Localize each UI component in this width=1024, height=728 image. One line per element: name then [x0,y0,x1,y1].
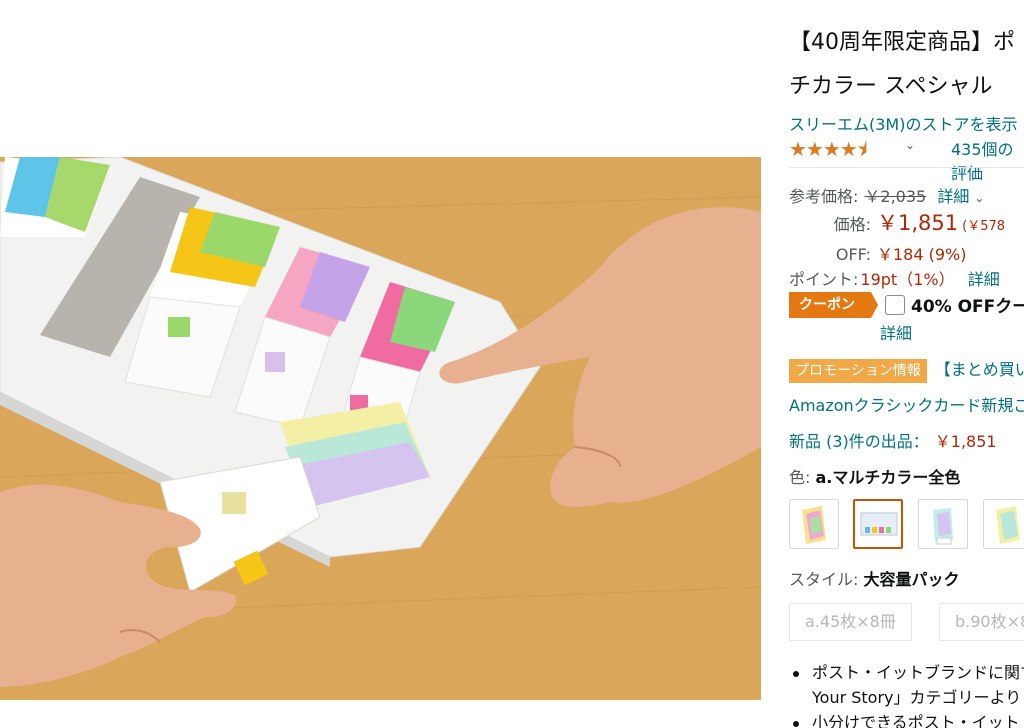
feature-bullet-text: Your Story」カテゴリーより [812,688,1022,707]
color-row: 色: a.マルチカラー全色 [789,464,960,488]
product-info-panel: 【40周年限定商品】ポ チカラー スペシャル スリーエム(3M)のストアを表示 … [789,0,1024,728]
discount-row: OFF: ￥184 (9%) [789,241,967,265]
discount-value: ￥184 (9%) [877,245,967,264]
style-row: スタイル: 大容量パック [789,566,960,590]
promotion-link[interactable]: 【まとめ買い】 [935,360,1024,379]
product-title-line-1: 【40周年限定商品】ポ [789,30,1015,55]
product-photo-illustration [0,157,761,700]
color-swatch-2[interactable] [853,499,903,549]
points-detail-link[interactable]: 詳細 [968,270,1000,289]
bullet-dot [793,671,799,677]
points-row: ポイント: 19pt（1%） 詳細 [789,266,1000,290]
promotion-badge: プロモーション情報 [789,359,927,383]
swatch-thumbnail [860,512,898,536]
star-rating-icon[interactable]: ★★★★⯨ [789,135,867,169]
price-per-unit: (￥578 [962,219,1006,234]
size-option-b[interactable]: b.90枚×8冊 [939,603,1024,641]
color-swatch-3[interactable] [918,499,968,549]
promotion-row: プロモーション情報【まとめ買い】 [789,356,1024,383]
list-price-value: ￥2,035 [864,187,927,206]
style-label: スタイル: [789,570,859,589]
rating-row[interactable]: ★★★★⯨ ⌄ 435個の評価 [789,135,1024,183]
coupon-detail-link[interactable]: 詳細 [880,320,912,344]
divider [789,167,1024,168]
coupon-checkbox[interactable] [885,294,905,315]
color-swatch-4[interactable] [983,499,1024,549]
review-count-link[interactable]: 435個の評価 [951,136,1024,184]
product-main-image[interactable] [0,157,761,700]
style-value: 大容量パック [863,570,960,589]
coupon-badge: クーポン [789,292,878,318]
chevron-down-icon[interactable]: ⌄ [974,191,984,205]
offers-price: ￥1,851 [934,432,997,451]
feature-bullet-text: ポスト・イットブランドに関する「Post-it [812,663,1024,682]
swatch-thumbnail [996,506,1020,544]
offers-link[interactable]: 新品 (3)件の出品： [789,432,929,451]
list-price-detail-link[interactable]: 詳細 [937,187,969,206]
coupon-row: クーポン 40% OFFクーポン [789,292,1024,318]
store-link[interactable]: スリーエム(3M)のストアを表示 [789,111,1017,135]
chevron-down-icon[interactable]: ⌄ [905,138,915,152]
feature-bullet-text: 小分けできるポスト・イット [812,713,1020,728]
list-price-label: 参考価格: [789,187,859,206]
coupon-text[interactable]: 40% OFFクーポン [911,297,1024,317]
price-label: 価格: [833,215,871,234]
color-value: a.マルチカラー全色 [815,468,961,487]
bullet-dot [793,721,799,727]
list-price-row: 参考価格: ￥2,035 詳細 ⌄ [789,183,984,207]
points-label: ポイント: [789,270,859,289]
color-label: 色: [789,468,811,487]
color-swatch-1[interactable] [789,499,839,549]
price-value: ￥1,851 [877,211,959,235]
points-value: 19pt（1%） [860,270,955,289]
offers-row[interactable]: 新品 (3)件の出品： ￥1,851 [789,428,997,452]
swatch-thumbnail [802,506,826,544]
product-title-line-2: チカラー スペシャル [789,74,993,99]
discount-label: OFF: [835,245,871,264]
price-row: 価格: ￥1,851 (￥578 [789,207,1005,237]
size-option-a[interactable]: a.45枚×8冊 [789,603,912,641]
swatch-thumbnail [933,508,953,545]
amazon-card-link[interactable]: Amazonクラシックカード新規ご入会 [789,392,1024,416]
